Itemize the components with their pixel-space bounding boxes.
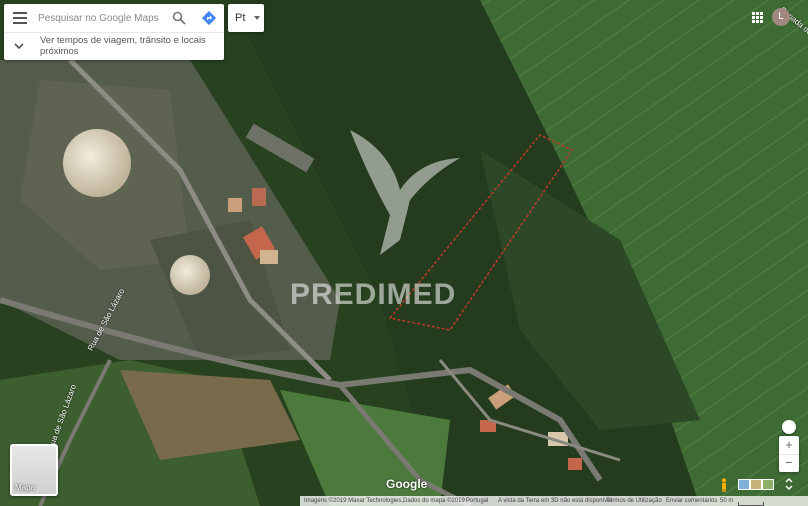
- zoom-out-button[interactable]: −: [779, 454, 799, 472]
- 3d-notice: A vista da Terra em 3D não está disponív…: [498, 498, 612, 504]
- satellite-map[interactable]: [0, 0, 808, 506]
- search-input[interactable]: [38, 9, 168, 27]
- compass-icon[interactable]: [782, 420, 796, 434]
- apps-icon[interactable]: [752, 12, 763, 23]
- language-select[interactable]: Pt: [228, 4, 264, 32]
- terms-link[interactable]: Termos de Utilização: [606, 496, 662, 506]
- search-bar: [4, 4, 224, 33]
- directions-icon[interactable]: [201, 10, 217, 26]
- account-avatar[interactable]: L: [772, 8, 790, 26]
- zoom-controls: + −: [779, 436, 799, 472]
- travel-times-suggestion[interactable]: Ver tempos de viagem, trânsito e locais …: [4, 33, 224, 60]
- map-footer: Imagens ©2019 Maxar Technologies,Dados d…: [300, 496, 808, 506]
- storage-tank-small: [170, 255, 210, 295]
- chevron-down-icon: [14, 43, 24, 50]
- country-link[interactable]: Portugal: [466, 496, 488, 506]
- map-layer-toggle[interactable]: Mapa: [10, 444, 58, 496]
- watermark-text: PREDIMED: [290, 278, 457, 311]
- zoom-in-button[interactable]: +: [779, 436, 799, 455]
- caret-down-icon: [254, 16, 260, 20]
- menu-icon[interactable]: [13, 12, 27, 24]
- imagery-thumbnails[interactable]: [738, 479, 774, 490]
- suggestion-text: Ver tempos de viagem, trânsito e locais …: [40, 35, 206, 57]
- search-icon[interactable]: [172, 11, 186, 25]
- layer-toggle-label: Mapa: [15, 483, 36, 492]
- language-value: Pt: [235, 12, 246, 24]
- pegman-icon[interactable]: [719, 478, 729, 492]
- imagery-credit: Imagens ©2019 Maxar Technologies,Dados d…: [304, 498, 465, 504]
- expand-icon[interactable]: [784, 478, 794, 490]
- search-panel: Ver tempos de viagem, trânsito e locais …: [4, 4, 224, 60]
- scale-bar: [738, 502, 764, 506]
- google-logo: Google: [386, 477, 428, 491]
- feedback-link[interactable]: Enviar comentários: [666, 496, 717, 506]
- storage-tank-large: [63, 129, 131, 197]
- scale-label: 50 m: [720, 498, 734, 504]
